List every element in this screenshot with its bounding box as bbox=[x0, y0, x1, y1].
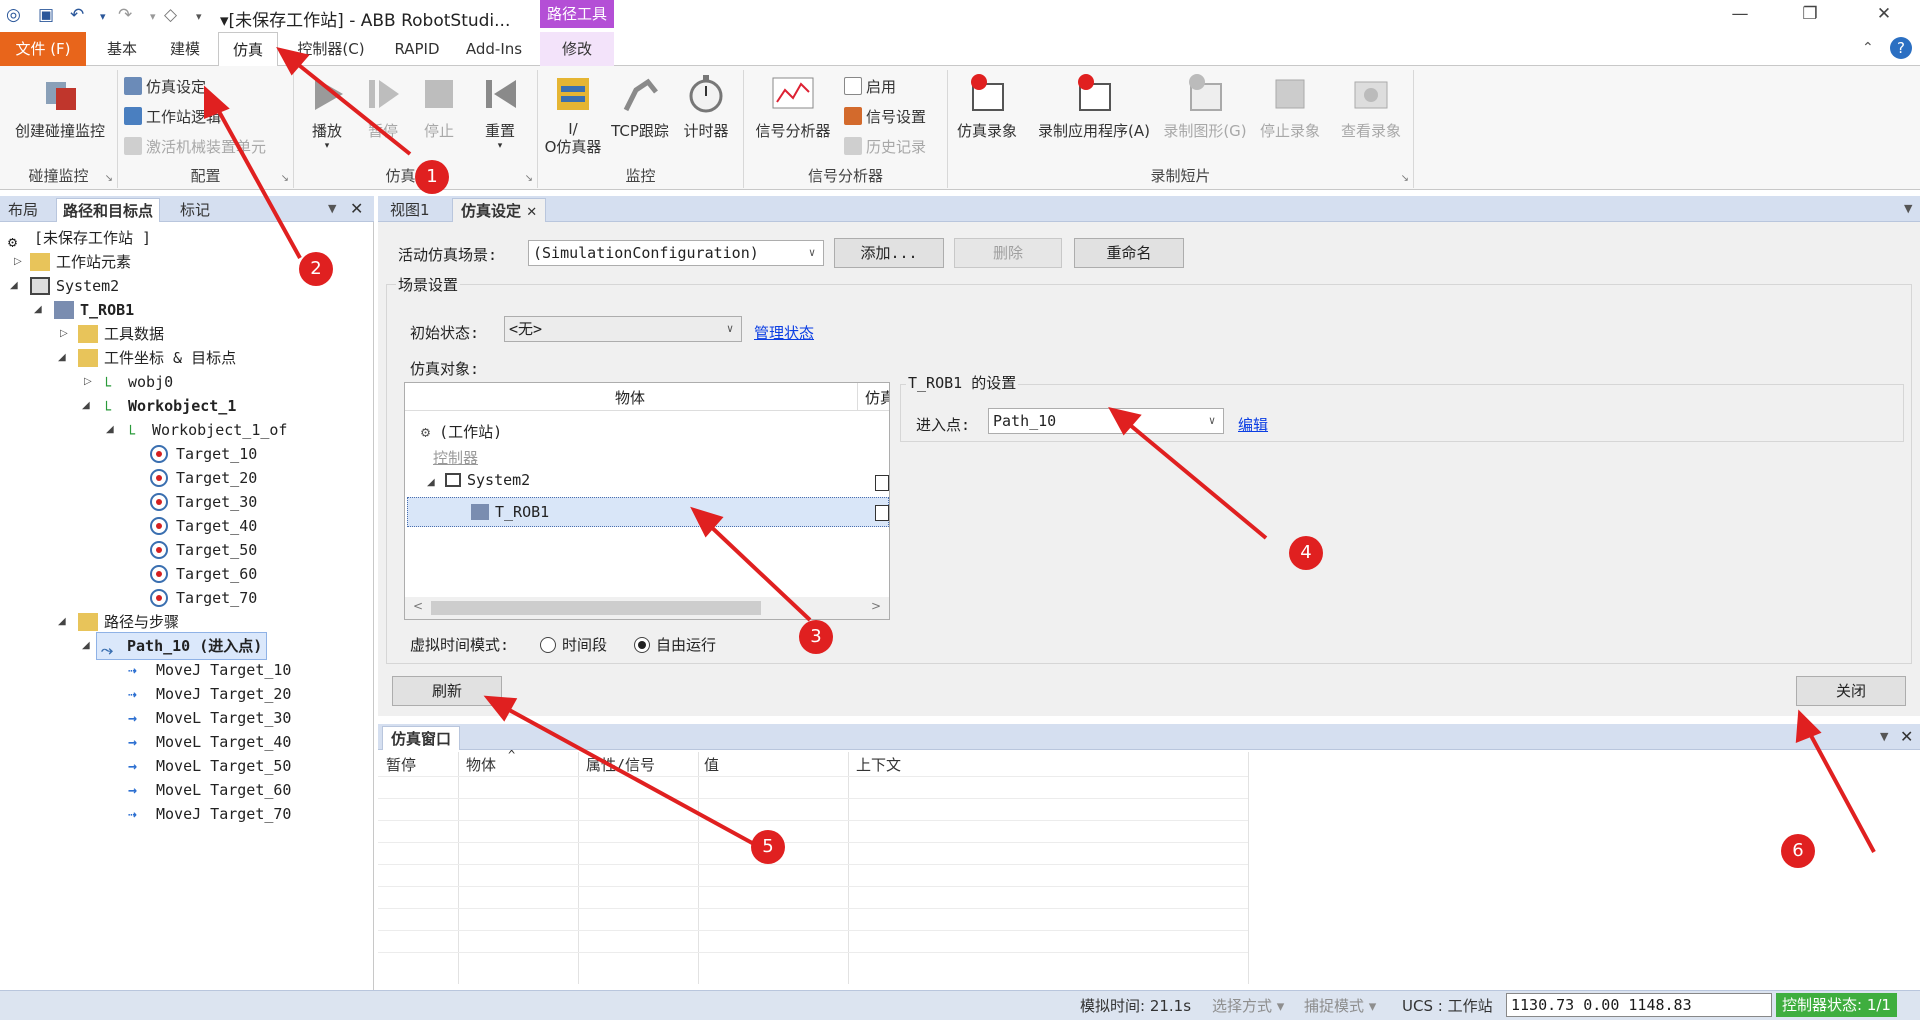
annotation-marker: 1 bbox=[415, 160, 449, 194]
annotation-arrow bbox=[214, 105, 302, 259]
annotation-arrows bbox=[204, 47, 1876, 853]
annotation-arrow bbox=[1122, 418, 1268, 540]
annotation-marker: 4 bbox=[1289, 536, 1323, 570]
annotation-arrow bbox=[501, 704, 755, 846]
annotation-arrow bbox=[288, 56, 412, 156]
annotation-arrow bbox=[1806, 729, 1876, 853]
annotation-arrowhead bbox=[483, 695, 518, 722]
annotation-marker: 3 bbox=[799, 620, 833, 654]
annotation-arrow bbox=[704, 520, 812, 622]
annotation-arrowhead bbox=[204, 85, 230, 119]
annotation-arrowhead bbox=[1795, 709, 1822, 744]
annotation-marker: 2 bbox=[299, 252, 333, 286]
annotation-marker: 5 bbox=[751, 830, 785, 864]
annotation-marker: 6 bbox=[1781, 834, 1815, 868]
